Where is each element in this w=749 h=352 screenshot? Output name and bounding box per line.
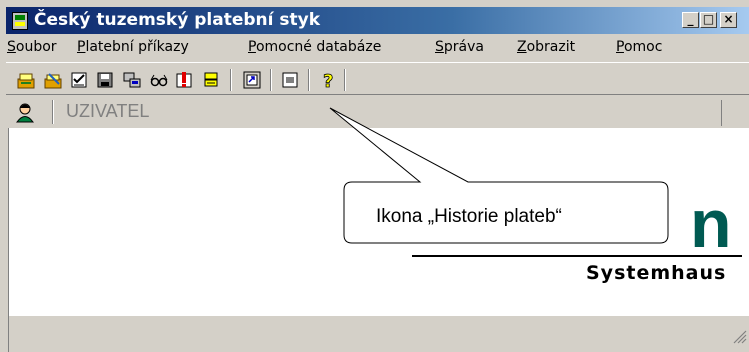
warning-icon[interactable]	[174, 70, 194, 90]
window-title: Český tuzemský platební styk	[34, 10, 320, 30]
user-bar-edge	[721, 100, 722, 126]
edit-order-icon[interactable]	[43, 70, 63, 90]
toolbar-separator	[270, 69, 272, 91]
user-icon	[14, 101, 36, 123]
user-bar: UZIVATEL	[6, 95, 749, 128]
minimize-button[interactable]: _	[682, 12, 699, 28]
toolbar-separator	[344, 69, 346, 91]
help-icon[interactable]: ?	[318, 70, 338, 90]
menu-pomocne-databaze[interactable]: Pomocné databáze	[248, 39, 381, 55]
menu-bar: Soubor Platební příkazy Pomocné databáze…	[6, 34, 749, 61]
logo-underline	[412, 255, 742, 257]
logo-subtitle: Systemhaus	[586, 262, 727, 284]
resize-grip-icon[interactable]	[729, 326, 747, 344]
checklist-icon[interactable]	[69, 70, 89, 90]
new-order-icon[interactable]	[16, 70, 36, 90]
menu-soubor[interactable]: Soubor	[7, 39, 57, 55]
save-icon[interactable]	[95, 70, 115, 90]
close-button[interactable]: ×	[720, 12, 737, 28]
glasses-icon[interactable]	[149, 70, 169, 90]
toolbar-separator	[230, 69, 232, 91]
user-label: UZIVATEL	[66, 101, 150, 121]
maximize-button[interactable]: □	[700, 12, 717, 28]
application-window: Český tuzemský platební styk _ □ × Soubo…	[0, 0, 749, 352]
user-separator	[52, 100, 54, 124]
menu-zobrazit[interactable]: Zobrazit	[517, 39, 575, 55]
window-icon[interactable]	[280, 70, 300, 90]
title-bar[interactable]: Český tuzemský platební styk _ □ ×	[6, 7, 749, 34]
import-icon[interactable]	[122, 70, 142, 90]
export-icon[interactable]	[242, 70, 262, 90]
payment-history-icon[interactable]	[201, 70, 221, 90]
toolbar-separator	[308, 69, 310, 91]
app-icon	[12, 12, 28, 30]
callout-text: Ikona „Historie plateb“	[376, 206, 562, 227]
status-bar	[8, 316, 749, 352]
toolbar: ?	[6, 62, 749, 95]
menu-pomoc[interactable]: Pomoc	[616, 39, 662, 55]
menu-sprava[interactable]: Správa	[435, 39, 484, 55]
logo-accent-letter: n	[690, 186, 732, 262]
menu-platebni-prikazy[interactable]: Platební příkazy	[77, 39, 189, 55]
svg-text:?: ?	[323, 71, 333, 90]
